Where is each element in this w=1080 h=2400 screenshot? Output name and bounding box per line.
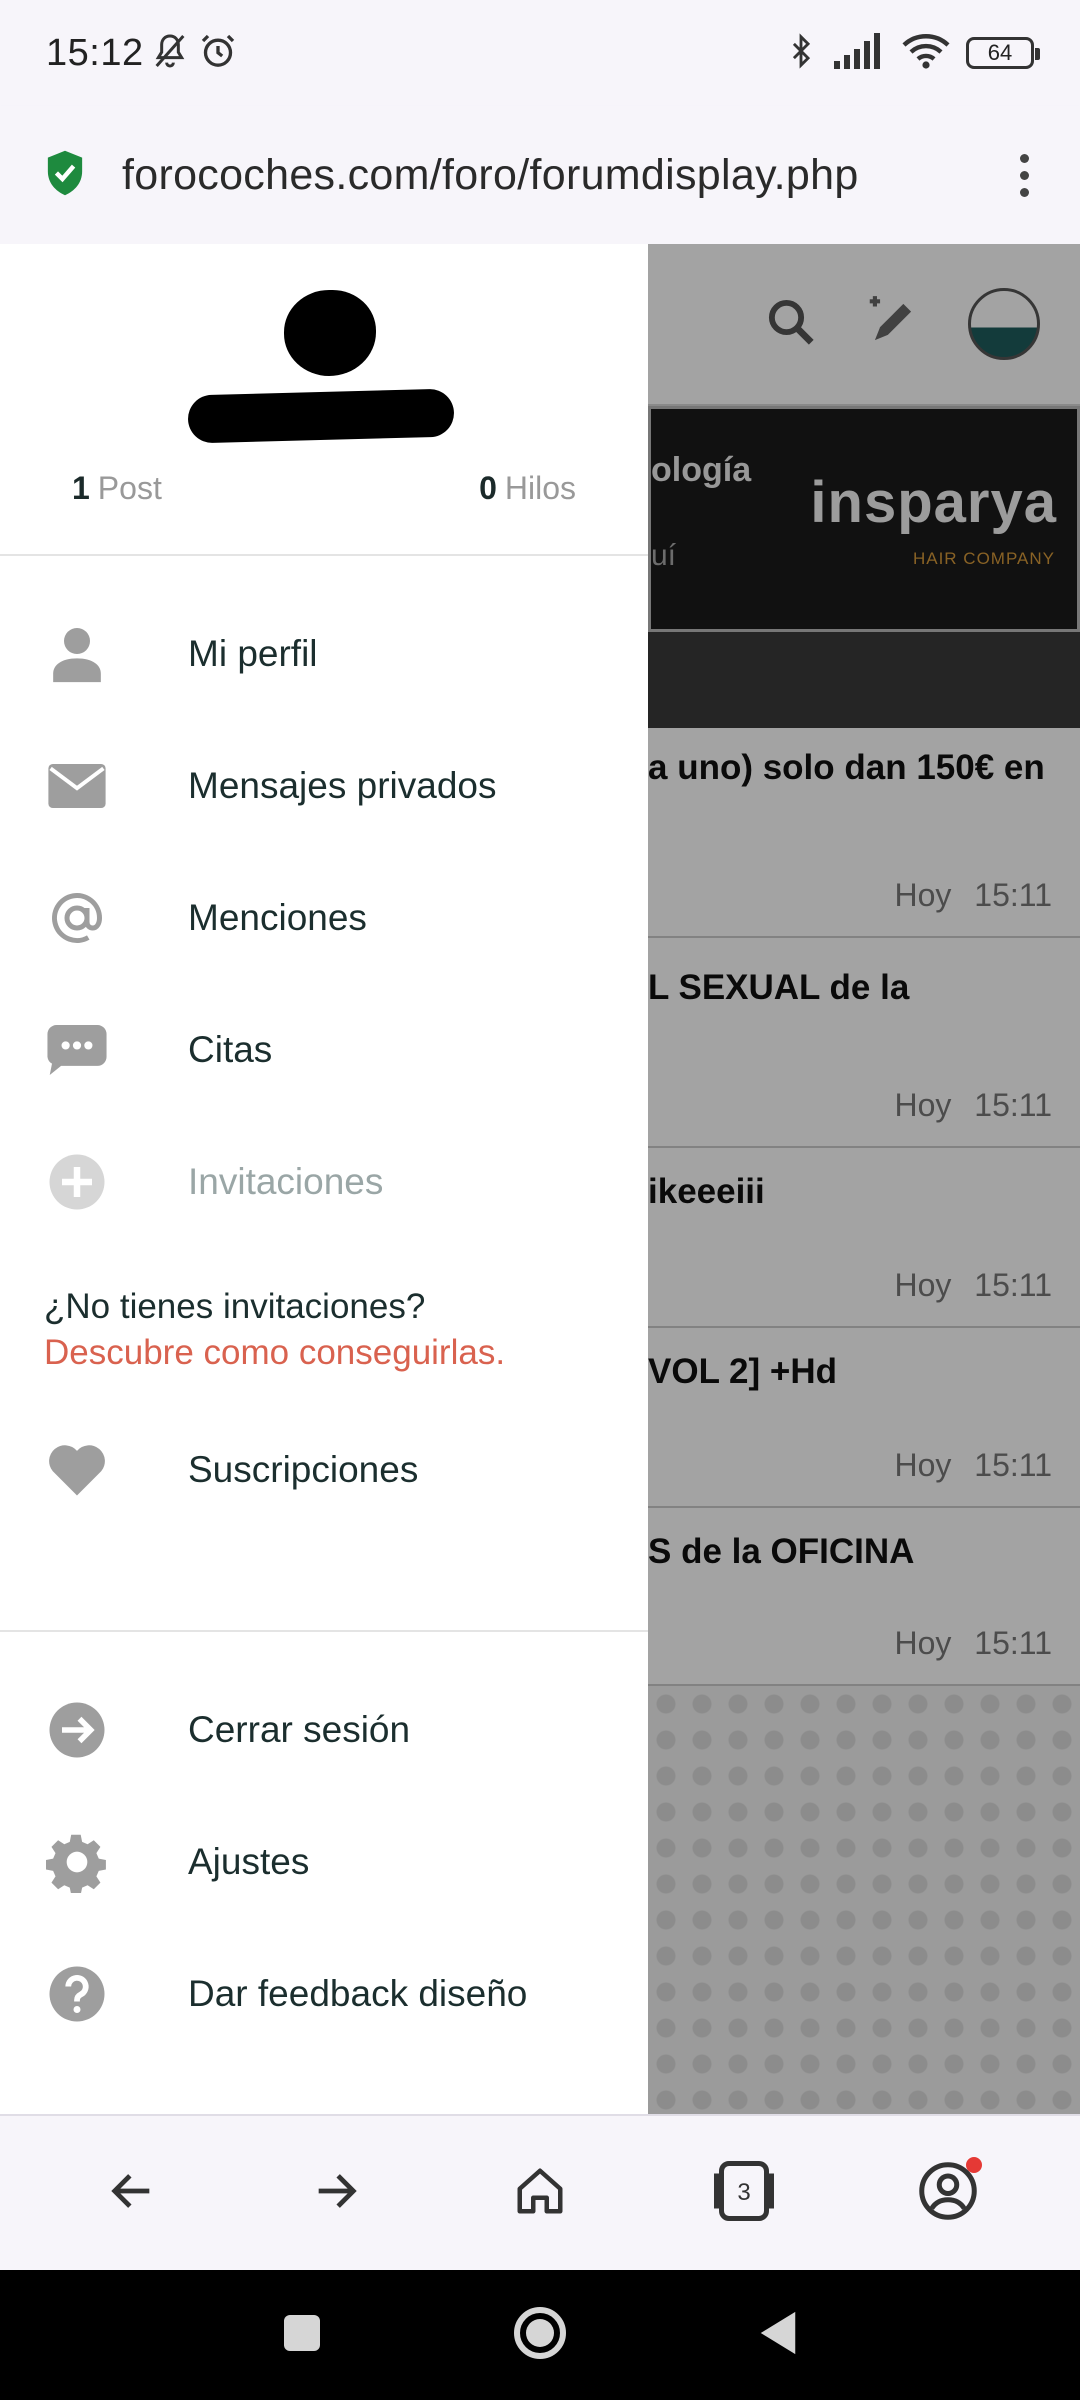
back-nav-button[interactable]: [758, 2310, 798, 2361]
side-drawer: 1 Post 0 Hilos Mi perfil Mensajes privados…: [0, 244, 648, 2114]
threads-label: Hilos: [504, 470, 576, 506]
arrow-right-icon: [310, 2165, 362, 2222]
wifi-icon: [902, 32, 950, 75]
menu-label: Dar feedback diseño: [188, 1973, 528, 2014]
invitation-question: ¿No tienes invitaciones?: [44, 1287, 426, 1326]
status-bar: 15:12 64: [0, 0, 1080, 106]
recents-button[interactable]: [282, 2313, 322, 2358]
address-bar[interactable]: forocoches.com/foro/forumdisplay.php: [0, 106, 1080, 244]
menu-item-subscriptions[interactable]: Suscripciones: [0, 1404, 648, 1536]
help-circle-icon: [46, 1963, 108, 2025]
menu-item-messages[interactable]: Mensajes privados: [0, 720, 648, 852]
home-nav-button[interactable]: [512, 2305, 568, 2366]
tabs-button[interactable]: 3: [694, 2143, 794, 2243]
invitation-note: ¿No tienes invitaciones? Descubre como c…: [44, 1284, 505, 1376]
person-icon: [46, 623, 108, 685]
home-icon: [513, 2164, 567, 2223]
more-vert-icon: [1019, 153, 1029, 163]
menu-item-profile[interactable]: Mi perfil: [0, 588, 648, 720]
envelope-icon: [46, 755, 108, 817]
arrow-right-circle-icon: [46, 1699, 108, 1761]
menu-item-feedback[interactable]: Dar feedback diseño: [0, 1928, 648, 2060]
secure-shield-icon[interactable]: [44, 149, 86, 202]
back-button[interactable]: [82, 2143, 182, 2243]
menu-label: Mi perfil: [188, 633, 318, 674]
posts-label: Post: [97, 470, 162, 506]
menu-divider: [0, 1630, 648, 1632]
gear-icon: [46, 1831, 108, 1893]
menu-item-logout[interactable]: Cerrar sesión: [0, 1664, 648, 1796]
chat-bubble-icon: [46, 1019, 108, 1081]
tabs-count: 3: [737, 2179, 751, 2206]
redacted-avatar: [284, 290, 376, 376]
menu-item-invitations[interactable]: Invitaciones: [0, 1116, 648, 1248]
menu-label: Cerrar sesión: [188, 1709, 411, 1750]
forward-button[interactable]: [286, 2143, 386, 2243]
menu-label: Menciones: [188, 897, 367, 938]
menu-item-quotes[interactable]: Citas: [0, 984, 648, 1116]
menu-item-mentions[interactable]: Menciones: [0, 852, 648, 984]
signal-icon: [834, 32, 886, 74]
notification-dot: [966, 2157, 982, 2173]
threads-count: 0: [479, 470, 497, 506]
profile-header: 1 Post 0 Hilos: [0, 244, 648, 556]
browser-toolbar: 3: [0, 2114, 1080, 2270]
battery-indicator: 64: [966, 37, 1040, 69]
home-button[interactable]: [490, 2143, 590, 2243]
posts-count: 1: [72, 470, 90, 506]
menu-label: Citas: [188, 1029, 273, 1070]
at-sign-icon: [46, 887, 108, 949]
menu-item-settings[interactable]: Ajustes: [0, 1796, 648, 1928]
url-text[interactable]: forocoches.com/foro/forumdisplay.php: [122, 151, 992, 200]
account-button[interactable]: [898, 2143, 998, 2243]
redacted-username: [187, 388, 455, 444]
menu-label: Mensajes privados: [188, 765, 497, 806]
invitation-link[interactable]: Descubre como conseguirlas.: [44, 1330, 505, 1376]
menu-label: Ajustes: [188, 1841, 310, 1882]
threads-stat: 0 Hilos: [479, 470, 576, 507]
silent-bell-icon: [150, 31, 190, 76]
posts-stat: 1 Post: [72, 470, 162, 507]
menu-label: Suscripciones: [188, 1449, 419, 1490]
arrow-left-icon: [106, 2165, 158, 2222]
browser-menu-button[interactable]: [1012, 153, 1036, 197]
menu-label: Invitaciones: [188, 1161, 384, 1202]
bluetooth-icon: [784, 31, 818, 76]
system-nav-bar: [0, 2270, 1080, 2400]
add-circle-icon: [46, 1151, 108, 1213]
heart-icon: [46, 1439, 108, 1501]
alarm-icon: [198, 31, 238, 76]
status-time: 15:12: [46, 31, 144, 74]
